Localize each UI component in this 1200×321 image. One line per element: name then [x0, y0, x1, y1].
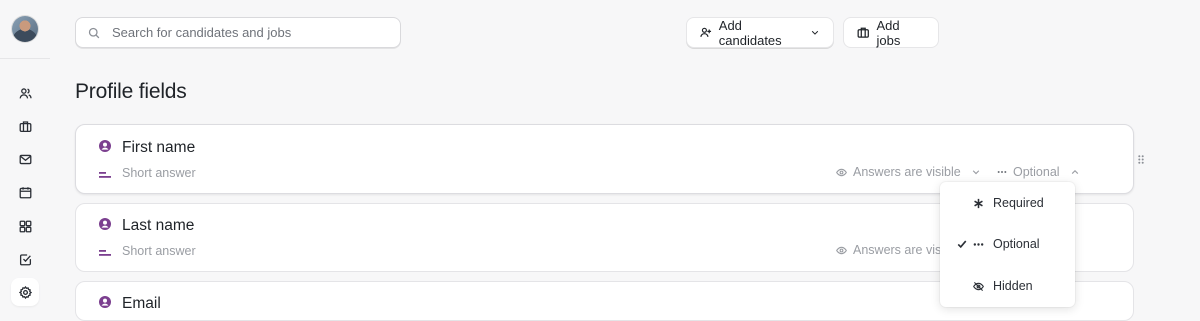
requirement-dropdown[interactable]: Optional — [997, 165, 1080, 179]
requirement-menu: Required Optional Hidden — [940, 182, 1075, 307]
page-title: Profile fields — [75, 80, 187, 103]
add-jobs-label: Add jobs — [876, 17, 901, 48]
mail-icon — [19, 154, 31, 164]
chevron-down-icon — [972, 170, 979, 175]
search-input[interactable] — [112, 25, 382, 40]
nav-tasks[interactable] — [11, 245, 39, 273]
nav-jobs[interactable] — [11, 112, 39, 140]
menu-option-hidden[interactable]: Hidden — [940, 271, 1075, 301]
chevron-down-icon — [811, 30, 819, 35]
search-bar[interactable] — [75, 17, 401, 48]
user-circle-icon — [99, 140, 111, 152]
nav-dashboard[interactable] — [11, 212, 39, 240]
field-type-label: Short answer — [122, 166, 196, 180]
field-name: Last name — [122, 217, 195, 234]
user-circle-icon — [99, 218, 111, 230]
visibility-dropdown[interactable]: Answers are visible — [836, 165, 981, 179]
check-icon — [957, 240, 967, 249]
field-type-label: Short answer — [122, 244, 196, 258]
sidebar — [0, 0, 50, 312]
gear-icon — [18, 285, 32, 299]
short-answer-icon — [99, 172, 111, 178]
menu-option-optional[interactable]: Optional — [940, 229, 1075, 259]
briefcase-icon — [19, 120, 31, 132]
visibility-label: Answers are visible — [853, 165, 961, 179]
search-icon — [88, 27, 100, 38]
nav-inbox[interactable] — [11, 145, 39, 173]
eye-icon — [836, 246, 847, 254]
requirement-label: Optional — [1013, 165, 1060, 179]
nav-calendar[interactable] — [11, 178, 39, 206]
briefcase-icon — [857, 27, 869, 38]
short-answer-icon — [99, 250, 111, 256]
field-name: First name — [122, 139, 196, 156]
drag-handle-icon[interactable] — [1138, 155, 1144, 164]
menu-option-label: Optional — [993, 237, 1040, 251]
eye-icon — [836, 168, 847, 176]
dots-icon — [997, 171, 1007, 173]
nav-settings[interactable] — [11, 278, 39, 306]
dashboard-icon — [19, 220, 31, 232]
chevron-up-icon — [1071, 169, 1078, 174]
menu-option-label: Hidden — [993, 279, 1033, 293]
avatar[interactable] — [12, 16, 38, 42]
add-jobs-button[interactable]: Add jobs — [843, 17, 939, 48]
add-candidates-label: Add candidates — [718, 17, 782, 48]
users-icon — [19, 87, 32, 98]
field-name: Email — [122, 295, 161, 312]
calendar-icon — [19, 186, 31, 198]
menu-option-required[interactable]: Required — [940, 188, 1075, 218]
user-circle-icon — [99, 296, 111, 308]
asterisk-icon — [974, 198, 983, 208]
sidebar-divider — [0, 58, 50, 59]
eye-off-icon — [973, 281, 984, 291]
dots-icon — [973, 242, 984, 246]
checkbox-icon — [19, 253, 31, 265]
nav-candidates[interactable] — [11, 79, 39, 107]
add-candidates-button[interactable]: Add candidates — [686, 17, 834, 48]
add-user-icon — [700, 27, 712, 37]
menu-option-label: Required — [993, 196, 1044, 210]
